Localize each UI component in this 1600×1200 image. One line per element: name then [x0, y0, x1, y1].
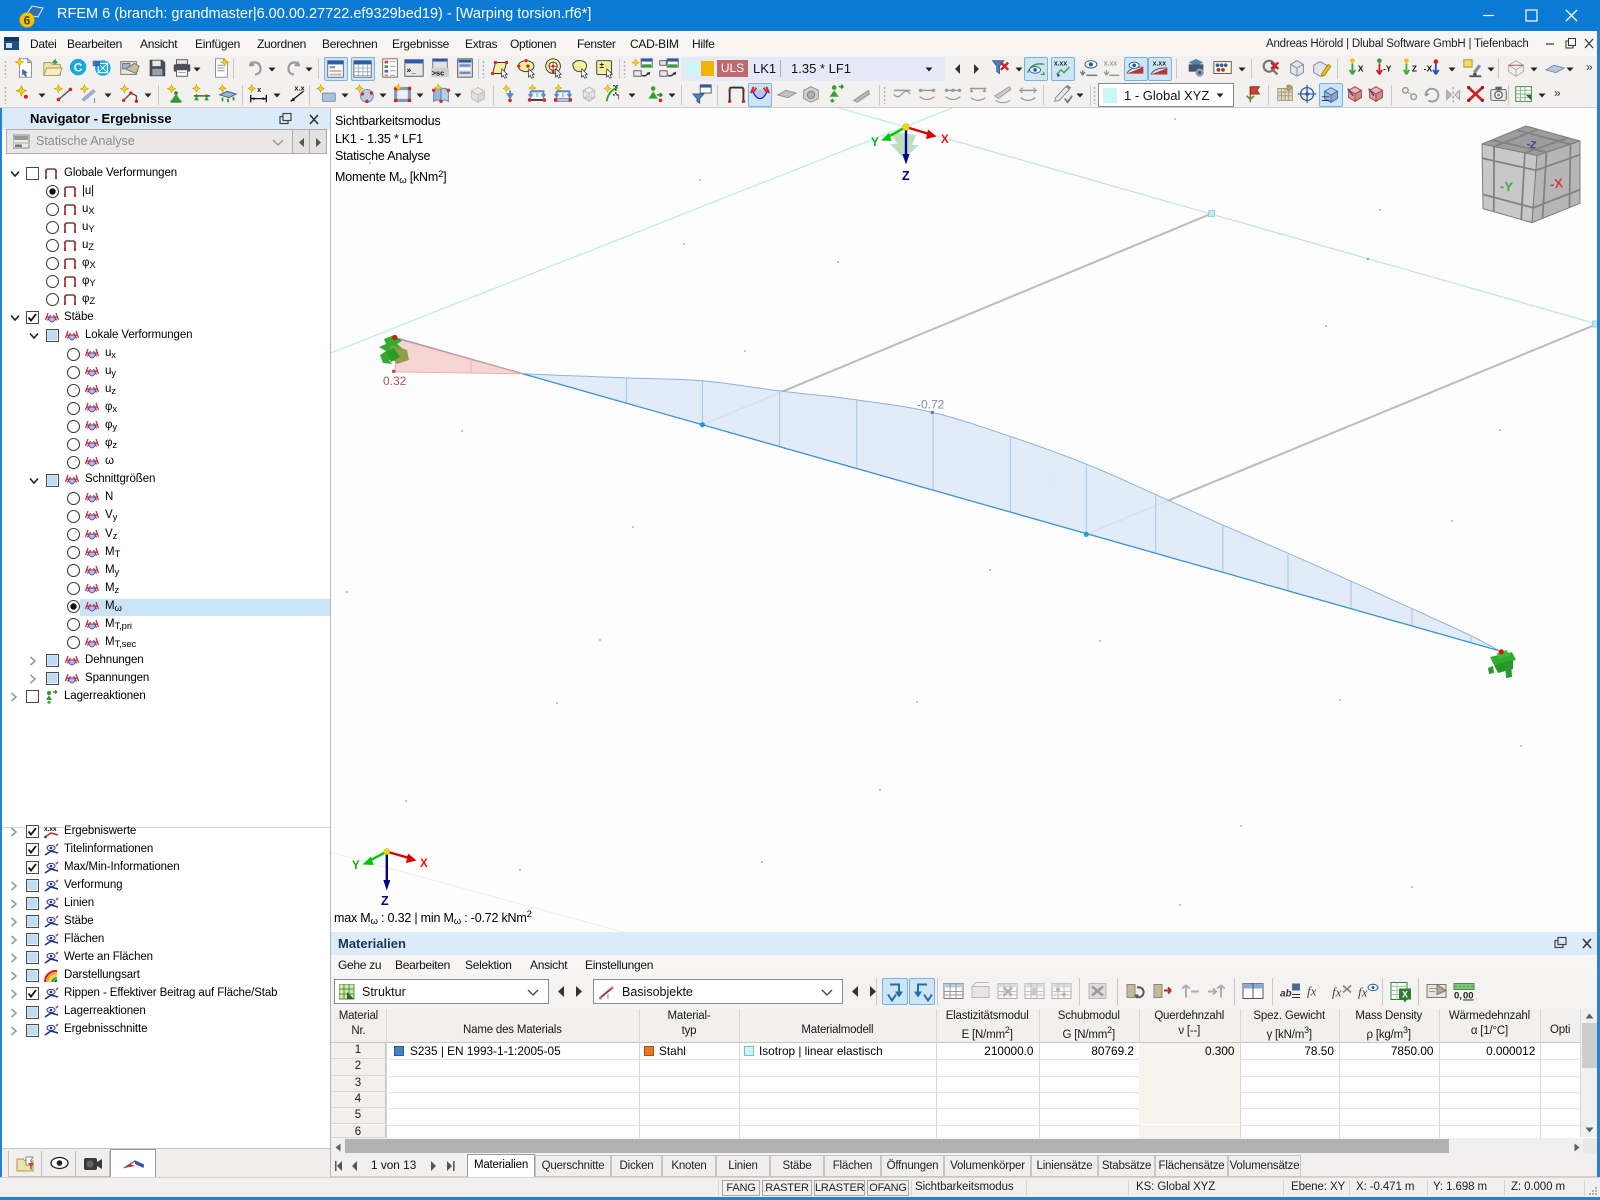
svg-text:x: x — [257, 85, 262, 94]
svg-text:00: 00 — [1463, 991, 1474, 1002]
svg-text:0,: 0, — [1454, 991, 1462, 1002]
svg-text:Z: Z — [902, 169, 910, 183]
svg-text:x.xx: x.xx — [44, 826, 57, 833]
svg-text:»_: »_ — [407, 66, 417, 75]
svg-text:x.xx: x.xx — [1104, 60, 1118, 67]
svg-text:max Mω : 0.32 | min Mω : -0.72: max Mω : 0.32 | min Mω : -0.72 kNm2 — [334, 909, 532, 927]
svg-text:Z: Z — [381, 894, 389, 908]
svg-text:Y: Y — [871, 137, 879, 149]
svg-text:-X: -X — [1424, 65, 1433, 74]
svg-text:x.x: x.x — [294, 83, 305, 92]
svg-text:X: X — [941, 134, 949, 146]
svg-text:fx: fx — [1307, 984, 1317, 999]
svg-text:Z: Z — [1412, 65, 1417, 74]
svg-text:X: X — [1402, 990, 1408, 1000]
svg-text:-X: -X — [1549, 175, 1564, 192]
svg-text:I: I — [94, 96, 96, 105]
svg-text:X: X — [1358, 65, 1364, 74]
svg-text:x.xx: x.xx — [1054, 60, 1068, 67]
svg-text:-Y: -Y — [1383, 65, 1392, 74]
svg-text:-Z: -Z — [1526, 139, 1537, 151]
svg-text:fx: fx — [1358, 985, 1368, 1000]
svg-text:X: X — [420, 858, 428, 870]
svg-text:±: ± — [600, 61, 605, 70]
svg-text:-0.72: -0.72 — [917, 398, 945, 412]
svg-text:-Y: -Y — [1499, 178, 1514, 194]
svg-text:ab: ab — [1280, 989, 1292, 1000]
svg-text:x.xx: x.xx — [1153, 60, 1167, 67]
svg-text:Y: Y — [352, 860, 360, 872]
svg-text:I: I — [618, 93, 620, 102]
svg-text:6: 6 — [24, 14, 31, 28]
svg-text:0.32: 0.32 — [383, 374, 407, 388]
svg-text:I: I — [607, 994, 609, 1000]
svg-text:fx: fx — [1332, 985, 1342, 1000]
svg-text:C: C — [74, 61, 83, 75]
svg-text:>sc: >sc — [432, 68, 444, 77]
